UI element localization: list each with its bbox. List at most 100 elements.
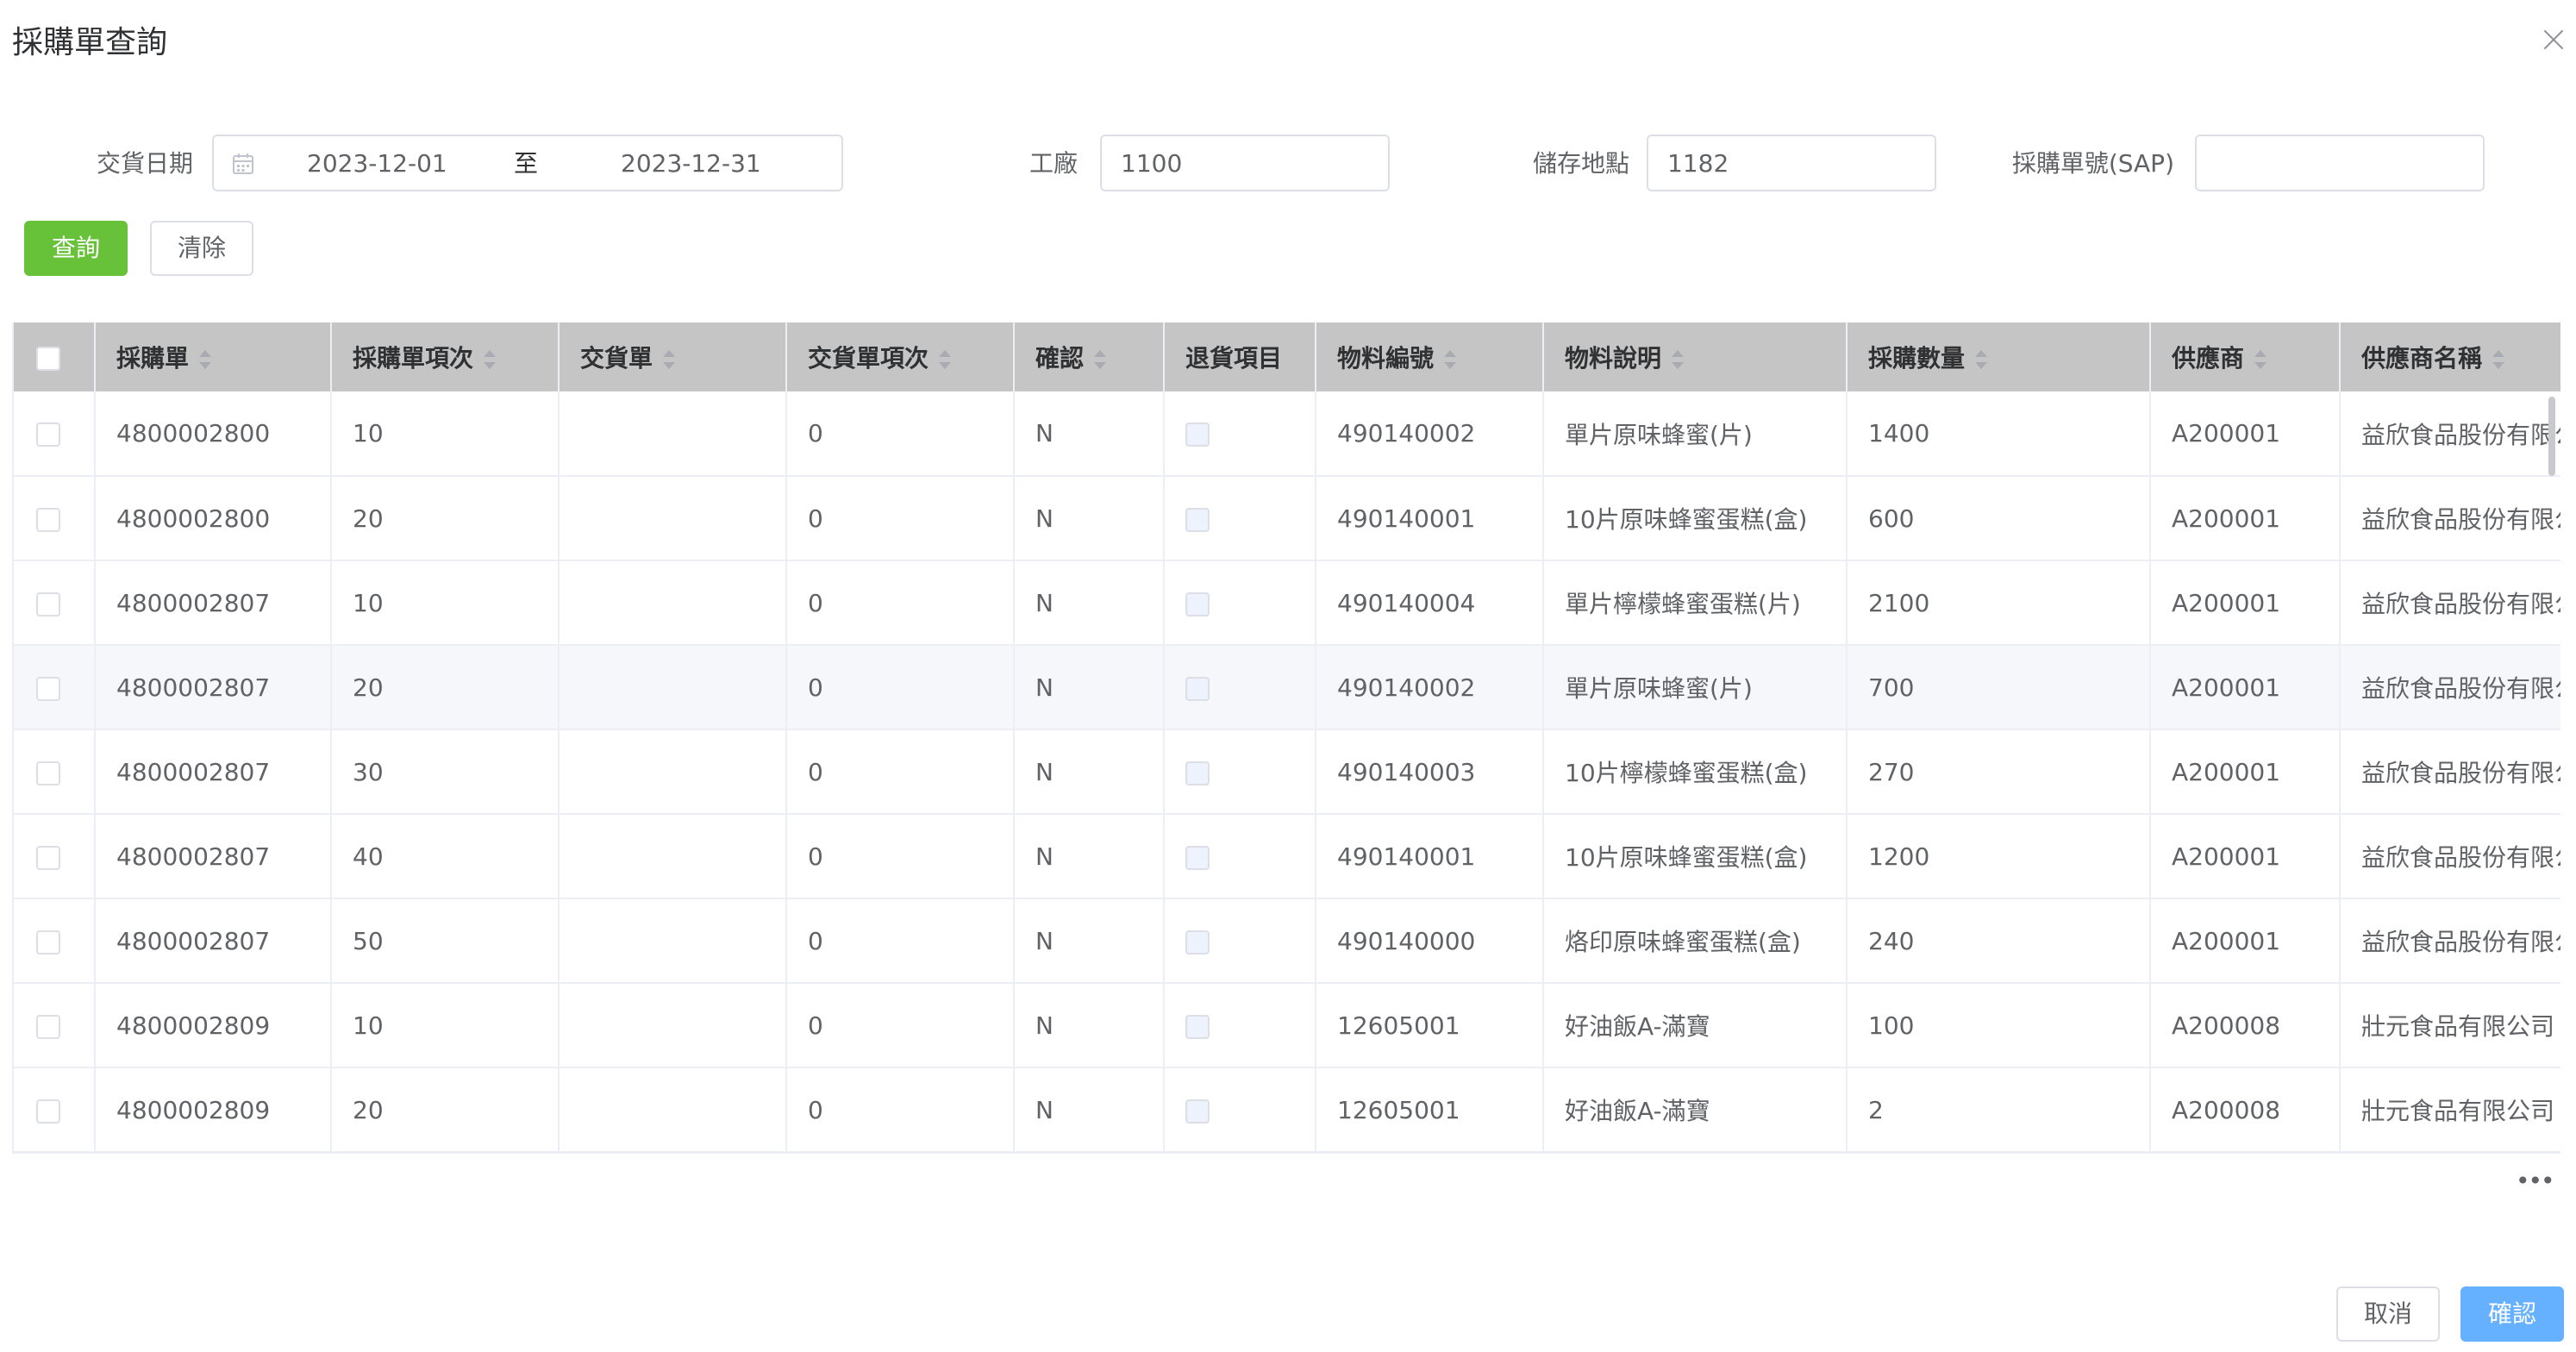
row-select-checkbox[interactable] [36, 930, 60, 955]
po-number-cell: 4800002807 [95, 645, 332, 730]
vendor-name-cell: 益欣食品股份有限公司 [2340, 560, 2560, 646]
sort-icon[interactable] [1672, 350, 1685, 369]
material-description-cell: 好油飯A-滿寶 [1543, 983, 1848, 1068]
row-select-checkbox[interactable] [36, 1014, 60, 1039]
table-row[interactable]: 4800002807 30 0 N 490140003 10片檸檬蜂蜜蛋糕(盒) 270 A2… [14, 729, 2560, 815]
material-number-cell: 12605001 [1316, 983, 1544, 1068]
po-item-cell: 40 [331, 814, 560, 899]
row-select-checkbox[interactable] [36, 845, 60, 870]
material-number-cell: 490140002 [1316, 645, 1544, 730]
sort-icon[interactable] [484, 350, 497, 369]
row-select-checkbox[interactable] [36, 592, 60, 617]
delivery-cell [559, 1067, 787, 1152]
table-row[interactable]: 4800002807 40 0 N 490140001 10片原味蜂蜜蛋糕(盒) 1200 A… [14, 814, 2560, 899]
column-header-po[interactable]: 採購單 [95, 322, 332, 391]
dialog-title: 採購單查詢 [12, 25, 168, 60]
row-select-checkbox[interactable] [36, 422, 60, 447]
po-quantity-cell: 1200 [1847, 814, 2151, 899]
query-button[interactable]: 查詢 [24, 221, 128, 276]
sort-icon[interactable] [2492, 350, 2505, 369]
vendor-cell: A200008 [2150, 983, 2341, 1068]
column-header-delivery[interactable]: 交貨單 [559, 322, 787, 391]
sort-icon[interactable] [2254, 350, 2267, 369]
vendor-cell: A200001 [2150, 814, 2341, 899]
return-item-cell [1164, 898, 1316, 984]
sort-icon[interactable] [1975, 350, 1988, 369]
po-quantity-cell: 270 [1847, 729, 2151, 815]
column-header-material-description[interactable]: 物料說明 [1543, 322, 1848, 391]
column-header-po-quantity[interactable]: 採購數量 [1847, 322, 2151, 391]
row-select-checkbox[interactable] [36, 760, 60, 786]
confirm-cell: N [1014, 476, 1165, 561]
column-header-confirm[interactable]: 確認 [1014, 322, 1165, 391]
po-number-cell: 4800002807 [95, 814, 332, 899]
return-item-checkbox [1185, 422, 1210, 447]
vendor-name-cell: 益欣食品股份有限公司 [2340, 814, 2560, 899]
po-quantity-cell: 240 [1847, 898, 2151, 984]
sort-icon[interactable] [1444, 350, 1457, 369]
table-row[interactable]: 4800002807 10 0 N 490140004 單片檸檬蜂蜜蛋糕(片) 2100 A2… [14, 560, 2560, 646]
confirm-button[interactable]: 確認 [2460, 1286, 2564, 1342]
row-select-checkbox[interactable] [36, 507, 60, 532]
row-select-cell[interactable] [14, 983, 96, 1068]
row-select-cell[interactable] [14, 729, 96, 815]
select-all-cell[interactable] [14, 322, 96, 391]
column-header-vendor[interactable]: 供應商 [2150, 322, 2341, 391]
clear-button[interactable]: 清除 [150, 221, 253, 276]
row-select-cell[interactable] [14, 476, 96, 561]
po-quantity-cell: 2 [1847, 1067, 2151, 1152]
table-row[interactable]: 4800002800 20 0 N 490140001 10片原味蜂蜜蛋糕(盒) 600 A2… [14, 476, 2560, 561]
table-row[interactable]: 4800002809 20 0 N 12605001 好油飯A-滿寶 2 A200008 壯元食… [14, 1067, 2560, 1152]
storage-location-input[interactable] [1647, 135, 1936, 191]
more-icon[interactable]: ••• [2516, 1169, 2555, 1193]
row-select-cell[interactable] [14, 898, 96, 984]
plant-input[interactable] [1100, 135, 1390, 191]
select-all-checkbox[interactable] [36, 346, 60, 371]
delivery-item-cell: 0 [786, 645, 1015, 730]
row-select-checkbox[interactable] [36, 1098, 60, 1124]
column-header-material-number[interactable]: 物料編號 [1316, 322, 1544, 391]
confirm-cell: N [1014, 814, 1165, 899]
return-item-checkbox [1185, 760, 1210, 786]
vendor-cell: A200001 [2150, 391, 2341, 477]
cancel-button[interactable]: 取消 [2336, 1286, 2440, 1342]
po-item-cell: 20 [331, 645, 560, 730]
column-header-delivery-item[interactable]: 交貨單項次 [786, 322, 1015, 391]
table-row[interactable]: 4800002809 10 0 N 12605001 好油飯A-滿寶 100 A200008 壯… [14, 983, 2560, 1068]
date-end-input[interactable]: 2023-12-31 [621, 148, 761, 179]
material-description-cell: 10片原味蜂蜜蛋糕(盒) [1543, 814, 1848, 899]
storage-location-label: 儲存地點 [1532, 149, 1629, 178]
table-row[interactable]: 4800002807 20 0 N 490140002 單片原味蜂蜜(片) 700 A2000… [14, 645, 2560, 730]
calendar-icon [233, 153, 253, 174]
row-select-cell[interactable] [14, 1067, 96, 1152]
date-start-input[interactable]: 2023-12-01 [307, 148, 447, 179]
table-row[interactable]: 4800002800 10 0 N 490140002 單片原味蜂蜜(片) 1400 A200… [14, 391, 2560, 477]
material-number-cell: 490140001 [1316, 476, 1544, 561]
sort-icon[interactable] [199, 350, 212, 369]
row-select-cell[interactable] [14, 645, 96, 730]
close-icon[interactable] [2540, 26, 2567, 53]
table-vertical-scrollbar[interactable] [2548, 397, 2555, 476]
column-header-po-item[interactable]: 採購單項次 [331, 322, 560, 391]
table-row[interactable]: 4800002807 50 0 N 490140000 烙印原味蜂蜜蛋糕(盒) 240 A20… [14, 898, 2560, 984]
purchase-order-table: 採購單 採購單項次 交貨單 交貨單項次 確認 退貨項目 物料編號 物料說明 採購… [12, 322, 2560, 1154]
confirm-cell: N [1014, 645, 1165, 730]
po-number-cell: 4800002809 [95, 1067, 332, 1152]
date-range-separator: 至 [514, 149, 539, 178]
sort-icon[interactable] [1094, 350, 1107, 369]
vendor-name-cell: 益欣食品股份有限公司 [2340, 476, 2560, 561]
sort-icon[interactable] [663, 350, 676, 369]
row-select-cell[interactable] [14, 560, 96, 646]
vendor-name-cell: 益欣食品股份有限公司 [2340, 391, 2560, 477]
po-item-cell: 10 [331, 391, 560, 477]
row-select-checkbox[interactable] [36, 676, 60, 701]
po-number-sap-input[interactable] [2195, 135, 2485, 191]
return-item-checkbox [1185, 1098, 1210, 1124]
sort-icon[interactable] [939, 350, 952, 369]
column-header-vendor-name[interactable]: 供應商名稱 [2340, 322, 2560, 391]
delivery-item-cell: 0 [786, 560, 1015, 646]
delivery-cell [559, 898, 787, 984]
row-select-cell[interactable] [14, 814, 96, 899]
row-select-cell[interactable] [14, 391, 96, 477]
delivery-date-range-picker[interactable]: 2023-12-01 至 2023-12-31 [212, 135, 843, 191]
